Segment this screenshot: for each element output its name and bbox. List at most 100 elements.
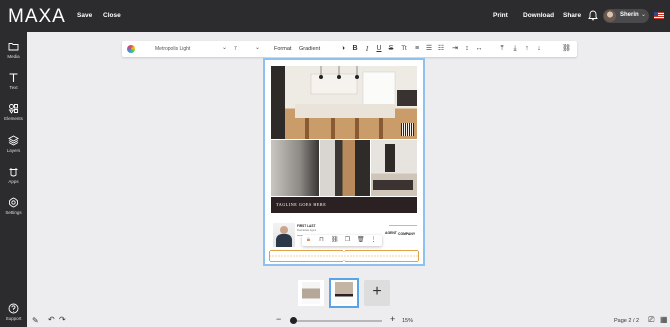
elements-icon <box>8 104 18 114</box>
letter-spacing-icon[interactable]: ↔ <box>475 45 483 53</box>
sidebar: Media Text Elements Layers Apps Settings… <box>0 32 27 327</box>
redo-icon[interactable]: ↷ <box>59 315 66 324</box>
link-icon[interactable]: ⛓ <box>562 45 571 53</box>
page-thumbnail-1[interactable] <box>298 280 324 306</box>
zoom-slider-handle[interactable] <box>290 317 297 324</box>
contrast-icon[interactable]: ◑ <box>339 45 347 53</box>
user-name: Sherin <box>620 12 639 18</box>
top-bar: MAXA Save Close Print Download Share She… <box>0 0 670 32</box>
text-format-toolbar: Metropolis Light ⌄ 7 ⌄ Format Gradient ◑… <box>122 41 577 57</box>
print-button[interactable]: Print <box>493 12 508 19</box>
sidebar-item-label: Support <box>5 316 22 321</box>
font-size-value: 7 <box>234 46 237 52</box>
avatar <box>604 10 616 22</box>
qr-code[interactable] <box>401 123 414 136</box>
zoom-slider[interactable] <box>290 320 382 322</box>
underline-icon[interactable]: U <box>375 45 383 53</box>
selection-box[interactable] <box>269 250 419 262</box>
page-thumbnail-2[interactable] <box>329 278 359 308</box>
lock-icon[interactable]: 🔒︎ <box>305 237 312 244</box>
thumbnail-preview <box>302 282 320 304</box>
sidebar-item-label: Layers <box>6 148 21 153</box>
user-menu[interactable]: Sherin ⌄ <box>603 9 649 23</box>
text-icon <box>9 73 18 82</box>
sidebar-item-support[interactable]: Support <box>0 303 27 327</box>
living-room-photo[interactable] <box>371 140 417 196</box>
app-logo[interactable]: MAXA <box>8 6 66 28</box>
duplicate-icon[interactable]: ❐ <box>344 237 351 244</box>
download-button[interactable]: Download <box>523 12 554 19</box>
sidebar-item-elements[interactable]: Elements <box>0 103 27 129</box>
font-family-value: Metropolis Light <box>155 46 191 52</box>
close-button[interactable]: Close <box>103 12 121 19</box>
align-bottom-icon[interactable]: ⤓ <box>511 45 519 53</box>
selection-handles[interactable] <box>269 250 419 262</box>
move-down-icon[interactable]: ↓ <box>535 45 543 53</box>
numbered-list-icon[interactable]: ☷ <box>437 45 445 53</box>
zoom-level: 15% <box>402 318 414 324</box>
kitchen-photo[interactable] <box>271 66 417 139</box>
color-picker-icon[interactable] <box>127 45 135 53</box>
agent-name[interactable]: FIRST LAST <box>297 224 315 228</box>
bold-icon[interactable]: B <box>351 45 359 53</box>
agent-subtitle[interactable]: Real Estate Agent <box>297 229 316 232</box>
element-mini-toolbar: 🔒︎ ⊓ ⛓ ❐ 🗑︎ ⋮ <box>302 235 382 246</box>
sidebar-item-text[interactable]: Text <box>0 72 27 98</box>
add-page-button[interactable]: + <box>364 280 390 306</box>
fullscreen-icon[interactable]: ⎚ <box>648 315 654 325</box>
move-up-icon[interactable]: ↑ <box>523 45 531 53</box>
tagline-bar[interactable]: TAGLINE GOES HERE <box>271 197 417 213</box>
thumbnail-preview <box>335 282 353 304</box>
trash-icon[interactable]: 🗑︎ <box>357 237 365 244</box>
layers-icon <box>8 135 19 146</box>
zoom-in-button[interactable]: + <box>390 314 395 324</box>
indent-icon[interactable]: ⇥ <box>451 45 459 53</box>
line-spacing-icon[interactable]: ↕ <box>463 45 471 53</box>
gradient-button[interactable]: Gradient <box>299 46 320 52</box>
sidebar-item-settings[interactable]: Settings <box>0 197 27 223</box>
grid-view-icon[interactable]: ▦ <box>660 315 668 324</box>
agent-badge[interactable]: AGENT <box>385 231 397 235</box>
align-top-icon[interactable]: ⤒ <box>498 45 506 53</box>
company-logo[interactable]: COMPANY <box>398 232 415 236</box>
help-icon <box>8 303 19 314</box>
save-button[interactable]: Save <box>77 12 92 19</box>
italic-icon[interactable]: I <box>363 45 371 53</box>
more-icon[interactable]: ⋮ <box>370 237 377 244</box>
ruler-icon[interactable]: ✎ <box>32 316 39 325</box>
font-size-select[interactable]: 7 ⌄ <box>234 44 260 54</box>
divider <box>389 225 417 226</box>
kitchen-illustration <box>271 66 417 139</box>
share-button[interactable]: Share <box>563 12 581 19</box>
undo-icon[interactable]: ↶ <box>48 315 55 324</box>
zoom-out-button[interactable]: − <box>276 314 281 324</box>
align-left-icon[interactable]: ≡ <box>413 45 421 53</box>
link-icon[interactable]: ⛓ <box>331 237 339 244</box>
us-flag-icon[interactable] <box>654 12 664 19</box>
chevron-down-icon: ⌄ <box>254 45 260 51</box>
sidebar-item-label: Elements <box>4 116 23 121</box>
sidebar-item-apps[interactable]: Apps <box>0 166 27 192</box>
sidebar-item-label: Text <box>9 85 18 90</box>
sidebar-item-media[interactable]: Media <box>0 41 27 67</box>
agent-photo[interactable] <box>273 223 295 247</box>
bathroom-photo[interactable] <box>271 140 319 196</box>
chevron-down-icon: ⌄ <box>221 45 227 51</box>
bell-icon[interactable] <box>588 10 598 21</box>
tagline-text[interactable]: TAGLINE GOES HERE <box>276 202 326 207</box>
bullet-list-icon[interactable]: ☰ <box>425 45 433 53</box>
chevron-down-icon: ⌄ <box>641 12 647 18</box>
sidebar-item-layers[interactable]: Layers <box>0 135 27 161</box>
font-family-select[interactable]: Metropolis Light ⌄ <box>155 44 227 54</box>
format-button[interactable]: Format <box>274 46 291 52</box>
page-indicator: Page 2 / 2 <box>614 318 640 324</box>
sidebar-item-label: Apps <box>8 179 19 184</box>
text-case-icon[interactable]: Tt <box>400 45 408 53</box>
unlock-icon[interactable]: ⊓ <box>318 237 325 244</box>
strikethrough-icon[interactable]: S <box>387 45 395 53</box>
folder-icon <box>8 43 19 51</box>
apps-icon <box>9 168 18 177</box>
sidebar-item-label: Settings <box>5 210 22 215</box>
hallway-photo[interactable] <box>320 140 370 196</box>
canvas-page[interactable]: TAGLINE GOES HERE FIRST LAST Real Estate… <box>263 58 425 266</box>
